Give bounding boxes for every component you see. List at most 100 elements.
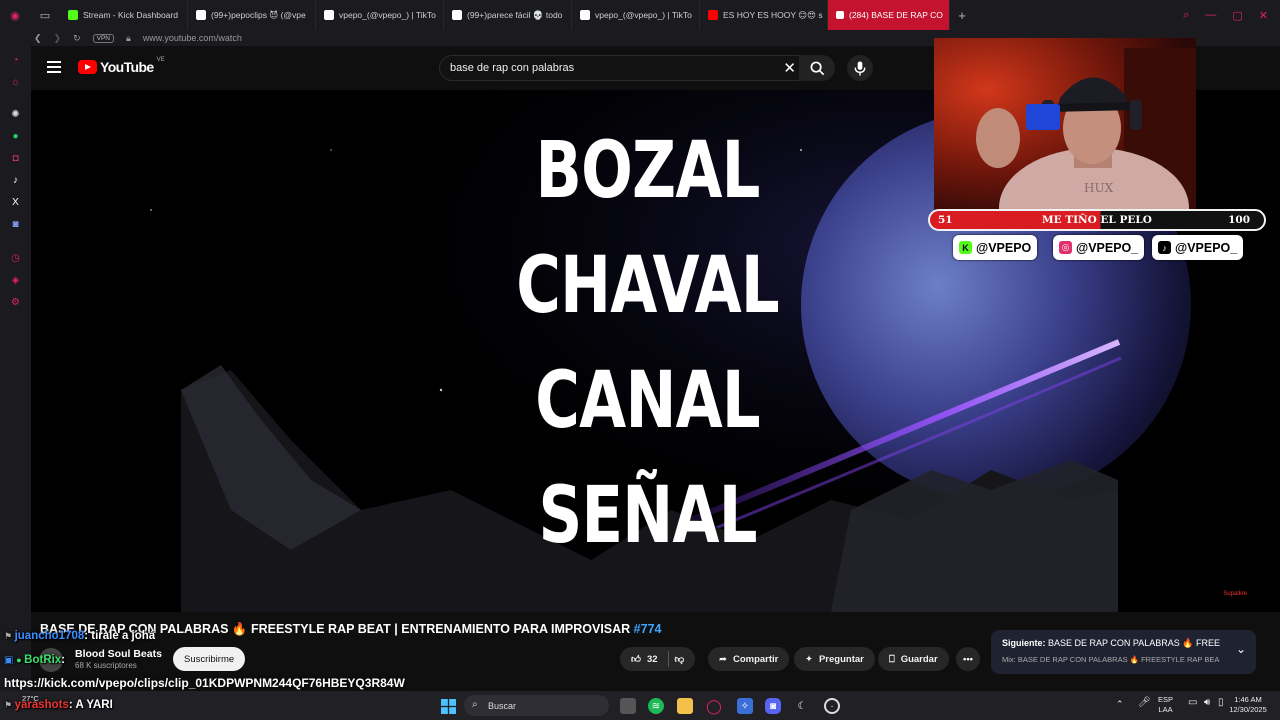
spotify-icon[interactable]: ≋	[648, 698, 664, 714]
tab-label: (99+)pepoclips 😈 (@vpe	[211, 9, 306, 20]
up-next-video: BASE DE RAP CON PALABRAS 🔥 FREES...	[1048, 638, 1220, 648]
gx-control-icon[interactable]: ◔	[9, 54, 22, 67]
opera-gx-icon[interactable]: ◉	[0, 0, 30, 30]
app-icon[interactable]: ☾	[794, 698, 810, 714]
lyric-word: SEÑAL	[538, 471, 757, 561]
subscriber-count: 68 K suscriptores	[75, 661, 137, 670]
social-handle: ♪ @VPEPO_	[1152, 235, 1244, 260]
workspace-icon[interactable]: ▭	[30, 0, 60, 30]
close-icon[interactable]: ✕	[1259, 9, 1268, 22]
tiktok-icon	[196, 10, 206, 20]
file-explorer-icon[interactable]	[677, 698, 693, 714]
maximize-icon[interactable]: ▢	[1232, 9, 1242, 22]
up-next-label: Siguiente:	[1002, 638, 1046, 648]
browser-tab[interactable]: vpepo_(@vpepo_) | TikTo	[572, 0, 700, 30]
settings-icon[interactable]: ⚙	[9, 296, 22, 309]
speaker-icon	[836, 11, 844, 19]
share-icon: ➦	[719, 653, 727, 665]
clip-url: https://kick.com/vpepo/clips/clip_01KDPW…	[4, 676, 405, 690]
youtube-logo[interactable]: YouTube VE	[78, 57, 165, 75]
microphone-icon	[854, 60, 866, 76]
instagram-icon: ◎	[1059, 241, 1072, 254]
tab-label: (284) BASE DE RAP CO	[849, 10, 943, 20]
taskbar-search[interactable]: ⌕ Buscar	[464, 695, 609, 716]
menu-icon[interactable]	[47, 61, 61, 76]
url-field[interactable]: www.youtube.com/watch	[143, 33, 242, 43]
browser-tab[interactable]: ES HOY ES HOOY 😊😍 s	[700, 0, 828, 30]
share-button[interactable]: ➦ Compartir	[708, 647, 790, 671]
battery-icon[interactable]: ▯	[1218, 698, 1224, 708]
more-actions-button[interactable]: •••	[956, 647, 980, 671]
tiktok-icon[interactable]: ♪	[9, 174, 22, 187]
voice-search-button[interactable]	[847, 55, 873, 81]
lang-secondary: LAA	[1158, 705, 1173, 714]
browser-tab-active[interactable]: (284) BASE DE RAP CO	[828, 0, 950, 30]
tab-label: Stream - Kick Dashboard	[83, 10, 178, 20]
chat-badge-icon: ⚑	[4, 700, 15, 710]
chat-text: : tirale a johá	[84, 630, 156, 642]
instagram-icon[interactable]: ◘	[9, 152, 22, 165]
back-icon[interactable]: ❮	[34, 33, 42, 44]
browser-tab[interactable]: Stream - Kick Dashboard	[60, 0, 188, 30]
pinboard-icon[interactable]: ◈	[9, 274, 22, 287]
up-next-panel[interactable]: Siguiente: BASE DE RAP CON PALABRAS 🔥 FR…	[991, 630, 1256, 674]
discord-icon[interactable]: ◙	[765, 698, 781, 714]
browser-tab-strip: ◉ ▭ Stream - Kick Dashboard (99+)pepocli…	[0, 0, 1280, 30]
save-button[interactable]: ⎕ Guardar	[878, 647, 949, 671]
clear-search-icon[interactable]: ✕	[783, 59, 796, 77]
channel-name[interactable]: Blood Soul Beats	[75, 648, 162, 660]
subscribe-button[interactable]: Suscribirme	[173, 647, 246, 671]
channel-watermark: Supalkre	[1220, 590, 1250, 598]
chevron-down-icon[interactable]: ⌄	[1236, 642, 1246, 656]
search-icon: ⌕	[472, 699, 478, 710]
share-label: Compartir	[732, 653, 779, 665]
sub-goal-bar: 51 ME TIÑO EL PELO 100	[928, 209, 1266, 231]
clock[interactable]: 1:46 AM 12/30/2025	[1224, 695, 1272, 715]
microphone-icon[interactable]: 🎤︎	[1138, 698, 1151, 708]
verified-badge-icon: ●	[16, 655, 25, 665]
browser-tab[interactable]: vpepo_(@vpepo_) | TikTo	[316, 0, 444, 30]
app-icon[interactable]: ✧	[737, 698, 753, 714]
lyric-word: CANAL	[535, 356, 760, 446]
windows-start-icon[interactable]	[440, 698, 456, 714]
chat-username: BotRix	[24, 654, 62, 666]
vpn-badge[interactable]: VPN	[92, 33, 115, 43]
up-next-title: Siguiente: BASE DE RAP CON PALABRAS 🔥 FR…	[1002, 638, 1220, 649]
thumbs-down-icon[interactable]: 👎︎	[675, 653, 685, 665]
tray-chevron-icon[interactable]: ⌃	[1116, 699, 1124, 709]
thumbs-up-icon: 👍︎	[631, 654, 641, 665]
goal-target: 100	[1228, 214, 1250, 226]
search-tabs-icon[interactable]: ⌕	[1183, 9, 1189, 22]
discord-icon[interactable]: ◙	[9, 218, 22, 231]
reload-icon[interactable]: ↻	[73, 33, 81, 44]
chatgpt-icon[interactable]: ✺	[9, 108, 22, 121]
like-button[interactable]: 👍︎ 32 👎︎	[620, 647, 696, 671]
search-input[interactable]: base de rap con palabras ✕	[439, 55, 805, 81]
language-indicator[interactable]: ESP LAA	[1158, 695, 1173, 715]
minimize-icon[interactable]: —	[1205, 9, 1216, 22]
up-next-mix: Mix: BASE DE RAP CON PALABRAS 🔥 FREESTYL…	[1002, 655, 1220, 664]
chat-username: yarashots	[14, 699, 69, 711]
volume-icon[interactable]: 🔊︎	[1204, 698, 1210, 708]
task-view-icon[interactable]	[620, 698, 636, 714]
hashtag-link[interactable]: #774	[634, 622, 662, 636]
browser-tab[interactable]: (99+)parece fácil 💀 todo	[444, 0, 572, 30]
whatsapp-icon[interactable]: ●	[9, 130, 22, 143]
new-tab-button[interactable]: +	[950, 8, 974, 23]
history-icon[interactable]: ◷	[9, 252, 22, 265]
chat-text: :	[61, 654, 66, 666]
ask-label: Preguntar	[818, 653, 864, 665]
windows-taskbar: 27°C ⌕ Buscar ≋ ◯ ✧ ◙ ☾ · ⌃ 🎤︎ ESP LAA ▭ 🔊…	[0, 691, 1280, 720]
forward-icon[interactable]: ❯	[54, 33, 62, 44]
x-icon[interactable]: X	[9, 196, 22, 209]
search-button[interactable]	[799, 55, 835, 81]
opera-gx-icon[interactable]: ◯	[706, 698, 722, 714]
svg-text:HUX: HUX	[1084, 181, 1114, 195]
kick-icon	[68, 10, 78, 20]
store-icon[interactable]: ⌂	[9, 76, 22, 89]
network-icon[interactable]: ▭	[1188, 698, 1197, 708]
browser-tab[interactable]: (99+)pepoclips 😈 (@vpe	[188, 0, 316, 30]
handle-text: @VPEPO	[976, 240, 1032, 255]
ask-button[interactable]: ✦ Preguntar	[794, 647, 875, 671]
obs-icon[interactable]: ·	[824, 698, 840, 714]
